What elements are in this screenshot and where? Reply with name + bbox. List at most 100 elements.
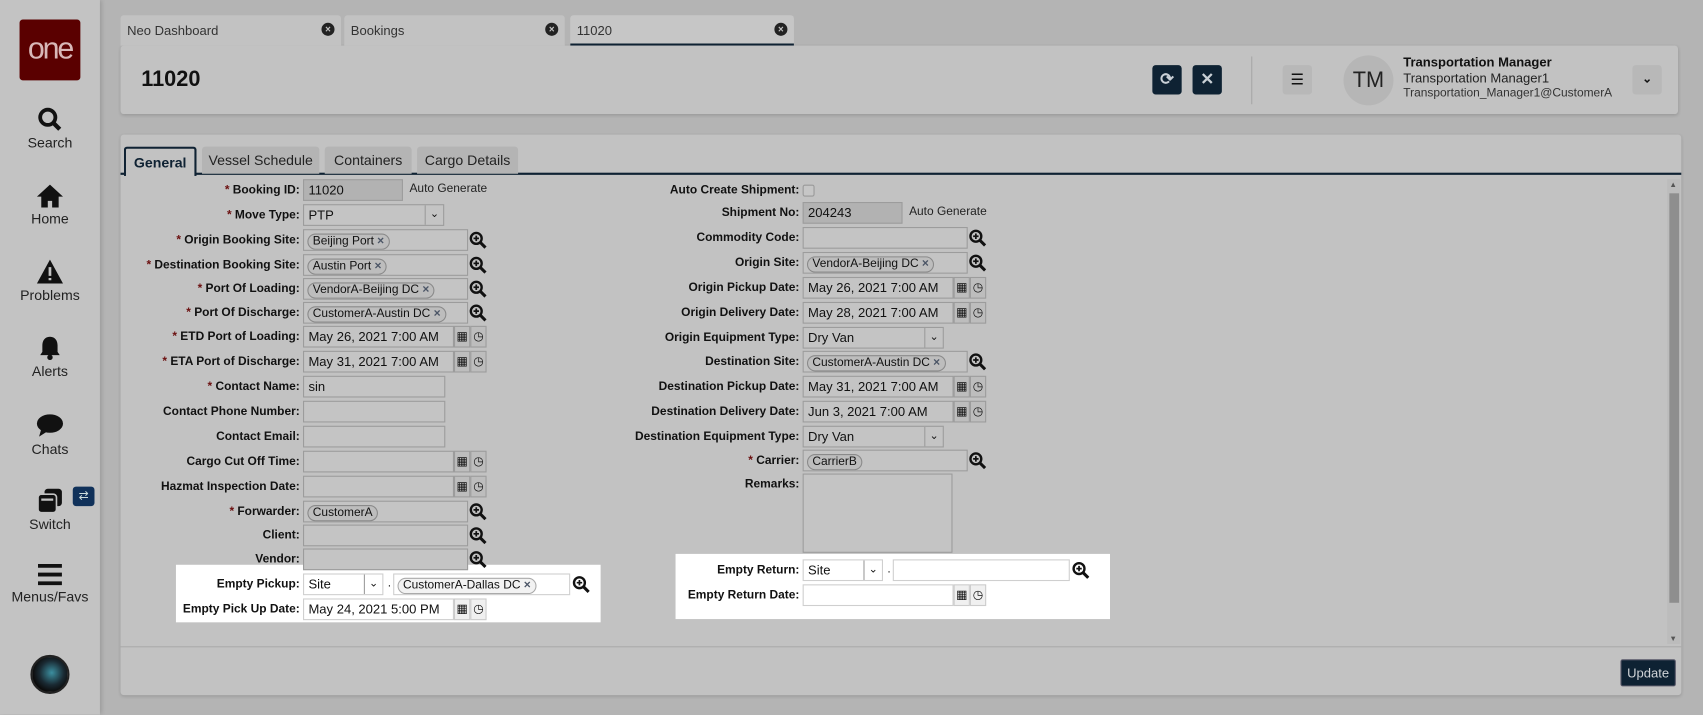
sidebar-item-home[interactable]: Home <box>0 182 100 227</box>
app-logo[interactable]: one <box>19 19 81 81</box>
empty-return-type-select[interactable]: Site ⌄ <box>802 559 883 582</box>
remove-chip-icon[interactable]: × <box>375 260 382 273</box>
calendar-icon[interactable]: ▦ <box>953 301 970 324</box>
clock-icon[interactable]: ◷ <box>969 375 987 398</box>
remove-chip-icon[interactable]: × <box>422 283 429 296</box>
destination-site-lookup[interactable]: CustomerA-Austin DC × <box>802 350 968 373</box>
calendar-icon[interactable]: ▦ <box>953 584 970 607</box>
selected-chip[interactable]: CustomerA <box>307 505 378 522</box>
sidebar-item-menus-favs[interactable]: Menus/Favs <box>0 563 100 605</box>
remove-chip-icon[interactable]: × <box>434 307 441 320</box>
clock-icon[interactable]: ◷ <box>470 350 487 373</box>
client-search-icon[interactable] <box>469 527 487 550</box>
origin-booking-site-search-icon[interactable] <box>469 231 487 254</box>
eta-port-of-discharge-date-input[interactable]: May 31, 2021 7:00 AM <box>303 350 454 373</box>
carrier-lookup[interactable]: CarrierB <box>802 449 968 472</box>
empty-return-search-icon[interactable] <box>1072 561 1090 585</box>
remove-chip-icon[interactable]: × <box>922 257 929 270</box>
origin-pickup-date-date-input[interactable]: May 26, 2021 7:00 AM <box>802 276 954 299</box>
client-lookup[interactable] <box>303 524 469 547</box>
cargo-cut-off-time-date-input[interactable] <box>303 450 454 473</box>
refresh-button[interactable]: ⟳ <box>1152 65 1182 95</box>
sidebar-item-problems[interactable]: Problems <box>0 258 100 303</box>
destination-delivery-date-date-input[interactable]: Jun 3, 2021 7:00 AM <box>802 400 954 423</box>
chevron-down-icon[interactable]: ⌄ <box>863 560 881 580</box>
selected-chip[interactable]: VendorA-Beijing DC × <box>806 256 935 273</box>
calendar-icon[interactable]: ▦ <box>953 276 970 299</box>
destination-equipment-type-select[interactable]: Dry Van ⌄ <box>802 425 944 448</box>
carrier-search-icon[interactable] <box>969 452 987 475</box>
hazmat-inspection-date-date-input[interactable] <box>303 475 454 498</box>
port-of-discharge-search-icon[interactable] <box>469 304 487 327</box>
origin-booking-site-lookup[interactable]: Beijing Port × <box>303 229 469 251</box>
tab-containers[interactable]: Containers <box>324 146 412 174</box>
clock-icon[interactable]: ◷ <box>470 325 487 348</box>
port-of-loading-lookup[interactable]: VendorA-Beijing DC × <box>303 278 469 300</box>
calendar-icon[interactable]: ▦ <box>453 598 471 621</box>
tab-neo-dashboard[interactable]: Neo Dashboard × <box>120 15 342 46</box>
assistant-avatar[interactable] <box>30 654 70 695</box>
calendar-icon[interactable]: ▦ <box>453 475 471 498</box>
vendor-lookup[interactable] <box>303 548 469 571</box>
clock-icon[interactable]: ◷ <box>969 584 987 607</box>
port-of-discharge-lookup[interactable]: CustomerA-Austin DC × <box>303 301 469 324</box>
remove-chip-icon[interactable]: × <box>933 356 940 369</box>
commodity-code-search-icon[interactable] <box>969 229 987 252</box>
etd-port-of-loading-date-input[interactable]: May 26, 2021 7:00 AM <box>303 325 454 348</box>
user-avatar[interactable]: TM <box>1343 55 1394 106</box>
auto-create-shipment-checkbox[interactable] <box>802 184 815 197</box>
clock-icon[interactable]: ◷ <box>969 301 987 324</box>
origin-site-lookup[interactable]: VendorA-Beijing DC × <box>802 251 968 274</box>
empty-pickup-search-icon[interactable] <box>572 576 590 599</box>
menu-button[interactable]: ☰ <box>1282 65 1313 95</box>
contact-name-input[interactable]: sin <box>303 375 446 398</box>
chevron-down-icon[interactable]: ⌄ <box>363 574 382 595</box>
origin-site-search-icon[interactable] <box>969 254 987 277</box>
contact-phone-number-input[interactable] <box>303 400 446 423</box>
selected-chip[interactable]: Austin Port × <box>307 258 387 275</box>
destination-site-search-icon[interactable] <box>969 353 987 376</box>
tab-11020[interactable]: 11020 × <box>570 15 794 46</box>
calendar-icon[interactable]: ▦ <box>453 325 471 348</box>
calendar-icon[interactable]: ▦ <box>453 350 471 373</box>
scrollbar-thumb[interactable] <box>1669 193 1680 603</box>
empty-pickup-lookup[interactable]: CustomerA-Dallas DC × <box>393 573 571 596</box>
origin-delivery-date-date-input[interactable]: May 28, 2021 7:00 AM <box>802 301 954 324</box>
switch-badge-icon[interactable]: ⇄ <box>72 486 95 507</box>
clock-icon[interactable]: ◷ <box>470 450 487 473</box>
sidebar-item-alerts[interactable]: Alerts <box>0 335 100 379</box>
selected-chip[interactable]: CustomerA-Austin DC × <box>806 355 946 372</box>
clock-icon[interactable]: ◷ <box>470 475 487 498</box>
sidebar-item-chats[interactable]: Chats <box>0 413 100 457</box>
calendar-icon[interactable]: ▦ <box>953 375 970 398</box>
update-button[interactable]: Update <box>1620 659 1676 687</box>
empty-return-lookup[interactable] <box>892 559 1070 582</box>
remove-chip-icon[interactable]: × <box>377 235 384 248</box>
move-type-select[interactable]: PTP ⌄ <box>303 204 445 226</box>
close-button[interactable]: ✕ <box>1192 65 1222 95</box>
scrollbar[interactable]: ▲ ▼ <box>1667 179 1681 645</box>
selected-chip[interactable]: CarrierB <box>806 453 863 471</box>
sidebar-item-search[interactable]: Search <box>0 106 100 151</box>
chevron-down-icon[interactable]: ⌄ <box>924 426 942 447</box>
clock-icon[interactable]: ◷ <box>470 598 487 621</box>
close-tab-icon[interactable]: × <box>545 22 559 36</box>
remove-chip-icon[interactable]: × <box>524 579 531 592</box>
calendar-icon[interactable]: ▦ <box>953 400 970 423</box>
tab-cargo-details[interactable]: Cargo Details <box>417 146 519 174</box>
commodity-code-lookup[interactable] <box>802 226 968 249</box>
clock-icon[interactable]: ◷ <box>969 276 987 299</box>
calendar-icon[interactable]: ▦ <box>453 450 471 473</box>
destination-pickup-date-date-input[interactable]: May 31, 2021 7:00 AM <box>802 375 954 398</box>
remarks-textarea[interactable] <box>802 473 953 553</box>
clock-icon[interactable]: ◷ <box>969 400 987 423</box>
close-tab-icon[interactable]: × <box>321 22 335 36</box>
contact-email-input[interactable] <box>303 425 446 448</box>
tab-general[interactable]: General <box>123 146 197 176</box>
vendor-search-icon[interactable] <box>469 551 487 574</box>
forwarder-search-icon[interactable] <box>469 503 487 526</box>
selected-chip[interactable]: VendorA-Beijing DC × <box>307 282 435 299</box>
empty-pickup-type-select[interactable]: Site ⌄ <box>303 573 384 596</box>
port-of-loading-search-icon[interactable] <box>469 280 487 303</box>
chevron-down-icon[interactable]: ⌄ <box>924 328 942 348</box>
